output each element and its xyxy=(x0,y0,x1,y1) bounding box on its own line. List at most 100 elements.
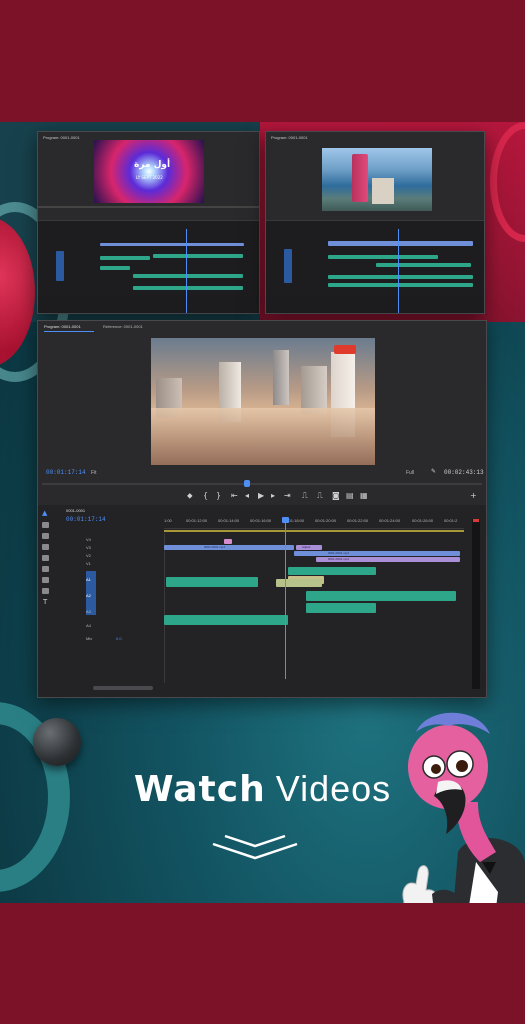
step-forward-icon[interactable]: ▸ xyxy=(271,492,275,500)
playhead[interactable] xyxy=(186,229,187,313)
go-to-in-icon[interactable]: ⇤ xyxy=(231,492,238,500)
editor-thumbnail-right: Program: 0001-0001 xyxy=(265,131,485,314)
hero-title: Watch Videos xyxy=(0,768,525,810)
video-clip[interactable]: 0001-0001.mp4 xyxy=(164,545,294,550)
clip-label: 0001-0001.mp4 xyxy=(328,551,350,555)
track-label: V4 xyxy=(86,537,91,542)
track-header xyxy=(56,251,64,281)
tower xyxy=(301,366,327,414)
audio-clip[interactable] xyxy=(306,591,456,601)
clip[interactable] xyxy=(328,255,438,259)
video-clip[interactable] xyxy=(288,567,376,575)
program-tab[interactable]: Program: 0001-0001 xyxy=(271,135,308,140)
multi-cam-icon[interactable]: ▦ xyxy=(360,492,368,500)
selection-tool-icon[interactable]: ▲ xyxy=(42,509,47,517)
audio-clip[interactable] xyxy=(306,603,376,613)
playhead[interactable] xyxy=(398,229,399,313)
sequence-tab[interactable]: 0001-0001 xyxy=(66,508,85,513)
adjustment-clip[interactable]: Adjust xyxy=(296,545,322,550)
clip[interactable] xyxy=(133,274,243,278)
rectangle-icon[interactable] xyxy=(42,577,49,583)
title-light: Videos xyxy=(275,768,392,809)
transport-bar xyxy=(38,206,259,208)
timeline-timecode[interactable]: 00:01:17:14 xyxy=(66,516,106,523)
ruler-label: 00:01:24:00 xyxy=(379,518,401,523)
compare-icon[interactable]: ▤ xyxy=(346,492,354,500)
resolution-select[interactable]: Full xyxy=(406,470,414,476)
extract-icon[interactable]: ⎍ xyxy=(317,492,323,500)
go-to-out-icon[interactable]: ⇥ xyxy=(284,492,291,500)
ruler-label: 00:01:14:00 xyxy=(218,518,240,523)
video-clip[interactable]: 0001-0001.mp4 xyxy=(294,551,460,556)
time-ruler[interactable]: 1:00 00:01:12:00 00:01:14:00 00:01:16:00… xyxy=(164,517,464,529)
slip-icon[interactable] xyxy=(42,555,49,561)
audio-clip[interactable] xyxy=(164,615,288,625)
clip[interactable] xyxy=(328,283,473,287)
program-tab[interactable]: Program: 0001-0001 xyxy=(44,324,81,329)
scroll-down-chevron-icon[interactable] xyxy=(207,830,303,864)
clip[interactable] xyxy=(133,286,243,290)
clip[interactable] xyxy=(153,254,243,258)
ruler-label: 00:01:12:00 xyxy=(186,518,208,523)
master-label: Mix xyxy=(86,636,93,641)
razor-icon[interactable] xyxy=(42,544,49,550)
tower xyxy=(352,154,368,202)
playhead[interactable] xyxy=(285,519,286,679)
step-back-icon[interactable]: ◂ xyxy=(245,492,249,500)
clip[interactable] xyxy=(100,243,244,246)
track-label: V1 xyxy=(86,561,91,566)
clip-label: 0001-0001.mp4 xyxy=(204,545,226,549)
ruler-label: 00:01:22:00 xyxy=(347,518,369,523)
clip[interactable] xyxy=(100,256,150,260)
reference-tab[interactable]: Reference: 0001-0001 xyxy=(103,324,143,329)
duration-timecode: 00:02:43:13 xyxy=(444,469,484,476)
video-clip[interactable] xyxy=(224,539,232,544)
scrub-bar[interactable] xyxy=(42,483,482,485)
bottom-band xyxy=(0,903,525,1024)
current-timecode[interactable]: 00:01:17:14 xyxy=(46,469,86,476)
meter-peak xyxy=(473,519,479,522)
work-area-bar[interactable] xyxy=(164,530,464,532)
scrub-handle[interactable] xyxy=(244,480,250,487)
export-frame-icon[interactable]: ◙ xyxy=(332,492,340,500)
promo-stage: Program: 0001-0001 أول مرة LY SEPT 2022 … xyxy=(0,122,525,903)
track-label: V3 xyxy=(86,545,91,550)
master-value[interactable]: 0.0 xyxy=(116,636,122,641)
audio-meter xyxy=(472,519,480,689)
mini-timeline xyxy=(38,220,259,313)
program-tab[interactable]: Program: 0001-0001 xyxy=(43,135,80,140)
hand-icon[interactable] xyxy=(42,588,49,594)
preview-video xyxy=(322,148,432,211)
play-icon[interactable]: ▶ xyxy=(258,492,264,500)
type-icon[interactable]: T xyxy=(43,598,47,606)
mark-in-icon[interactable]: { xyxy=(203,492,208,500)
clip[interactable] xyxy=(328,275,473,279)
add-marker-icon[interactable]: ⬥ xyxy=(187,492,193,500)
plus-icon[interactable]: + xyxy=(470,492,477,500)
ruler-label: 00:01:2 xyxy=(444,518,458,523)
horizontal-scrollbar[interactable] xyxy=(93,686,153,690)
ruler-label: 00:01:20:00 xyxy=(315,518,337,523)
preview-video: أول مرة LY SEPT 2022 xyxy=(94,140,204,203)
fit-select[interactable]: Fit xyxy=(91,470,97,476)
audio-clip[interactable] xyxy=(166,577,258,587)
brand-sign xyxy=(334,345,356,354)
pen-icon[interactable] xyxy=(42,566,49,572)
track-label: V2 xyxy=(86,553,91,558)
ruler-label: 1:00 xyxy=(164,518,172,523)
ruler-label: 00:01:26:00 xyxy=(412,518,434,523)
video-clip[interactable]: 0001-0001.mp4 xyxy=(316,557,460,562)
clip[interactable] xyxy=(328,241,473,246)
wrench-icon[interactable]: ✎ xyxy=(431,468,436,476)
playhead-cap[interactable] xyxy=(282,517,289,523)
clip-label: Adjust xyxy=(302,545,311,549)
clip[interactable] xyxy=(376,263,471,267)
building xyxy=(372,178,394,204)
mark-out-icon[interactable]: } xyxy=(216,492,221,500)
clip[interactable] xyxy=(100,266,130,270)
track-select-icon[interactable] xyxy=(42,522,49,528)
lift-icon[interactable]: ⎍ xyxy=(302,492,308,500)
track-header xyxy=(284,249,292,283)
audio-clip[interactable] xyxy=(276,579,322,587)
ripple-edit-icon[interactable] xyxy=(42,533,49,539)
